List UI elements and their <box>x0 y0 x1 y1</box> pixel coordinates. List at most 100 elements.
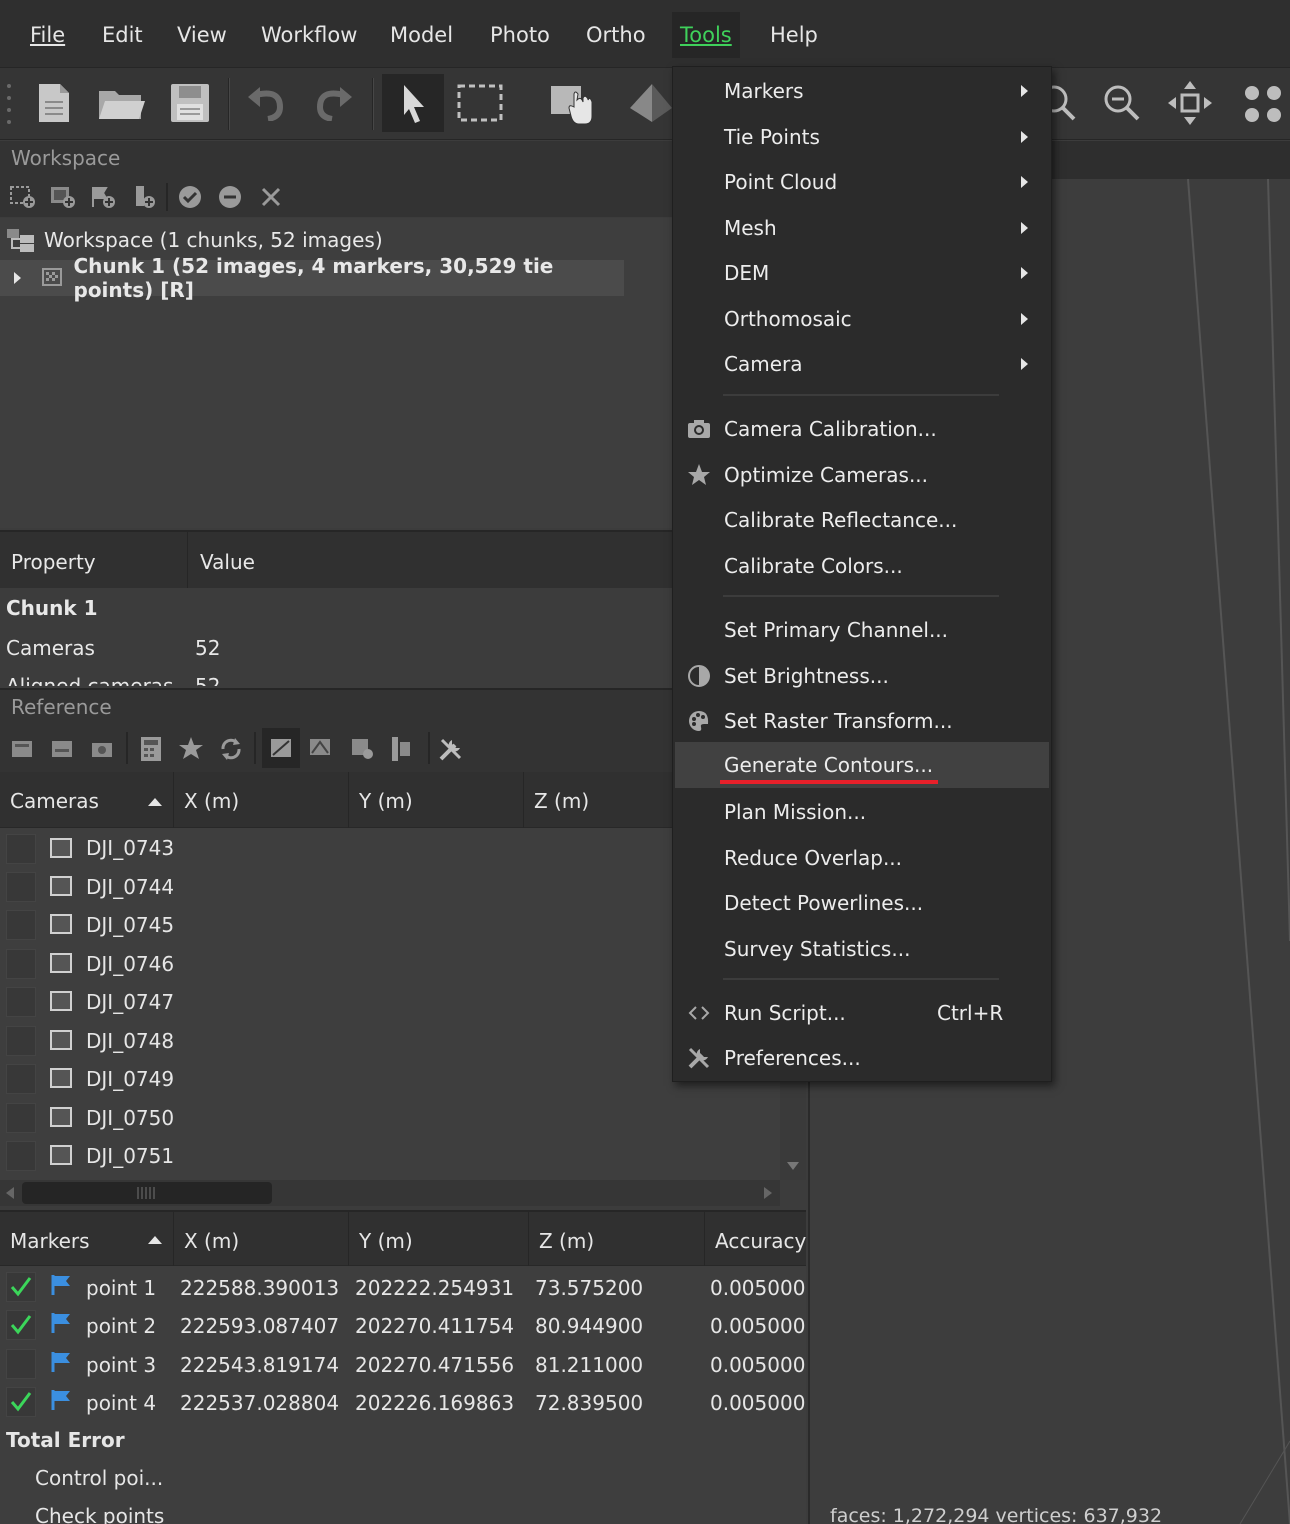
scroll-right-arrow-icon[interactable] <box>764 1187 772 1199</box>
control-points-label[interactable]: Control poi... <box>35 1466 163 1490</box>
view-errors-icon[interactable] <box>350 736 374 765</box>
redo-icon[interactable] <box>306 74 362 132</box>
cameras-horizontal-scrollbar[interactable] <box>0 1180 780 1206</box>
add-marker-icon[interactable] <box>90 185 116 214</box>
navigation-pointer-icon[interactable] <box>382 74 444 132</box>
y-column-header[interactable]: Y (m) <box>349 772 524 828</box>
new-document-icon[interactable] <box>26 74 82 132</box>
table-row[interactable]: DJI_0750 <box>0 1099 780 1137</box>
scroll-left-arrow-icon[interactable] <box>6 1187 14 1199</box>
camera-checkbox[interactable] <box>6 910 36 940</box>
marker-checkbox[interactable] <box>6 1310 36 1340</box>
table-row[interactable]: point 1 222588.390013 202222.254931 73.5… <box>0 1268 806 1306</box>
menu-item-camera[interactable]: Camera <box>675 342 1049 386</box>
menu-item-preferences[interactable]: Preferences... <box>675 1036 1049 1080</box>
calculator-icon[interactable] <box>140 736 162 767</box>
table-row[interactable]: DJI_0745 <box>0 906 780 944</box>
table-row[interactable]: DJI_0748 <box>0 1022 780 1060</box>
rectangle-selection-icon[interactable] <box>452 74 508 132</box>
menu-item-dem[interactable]: DEM <box>675 251 1049 295</box>
reset-view-icon[interactable] <box>1162 74 1218 132</box>
marker-checkbox[interactable] <box>6 1272 36 1302</box>
remove-close-icon[interactable] <box>260 185 282 214</box>
menu-item-set-raster-transform[interactable]: Set Raster Transform... <box>675 699 1049 743</box>
table-row[interactable]: DJI_0743 <box>0 830 780 868</box>
menu-item-calibrate-colors[interactable]: Calibrate Colors... <box>675 544 1049 588</box>
marker-x-column-header[interactable]: X (m) <box>174 1212 349 1268</box>
menu-item-reduce-overlap[interactable]: Reduce Overlap... <box>675 836 1049 880</box>
horizontal-scroll-thumb[interactable] <box>22 1182 272 1204</box>
accuracy-column-header[interactable]: Accuracy <box>705 1212 806 1268</box>
menu-help[interactable]: Help <box>762 12 826 58</box>
cameras-column-header[interactable]: Cameras <box>0 772 174 828</box>
marker-checkbox[interactable] <box>6 1387 36 1417</box>
chunk-item[interactable]: Chunk 1 (52 images, 4 markers, 30,529 ti… <box>0 254 624 302</box>
move-object-icon[interactable] <box>544 74 600 132</box>
update-refresh-icon[interactable] <box>218 736 244 767</box>
camera-checkbox[interactable] <box>6 872 36 902</box>
menu-item-set-primary-channel[interactable]: Set Primary Channel... <box>675 608 1049 652</box>
menu-photo[interactable]: Photo <box>482 12 558 58</box>
menu-item-plan-mission[interactable]: Plan Mission... <box>675 790 1049 834</box>
import-reference-icon[interactable] <box>10 738 34 765</box>
add-scalebar-icon[interactable] <box>132 185 158 214</box>
camera-reference-icon[interactable] <box>90 738 114 765</box>
table-row[interactable]: DJI_0747 <box>0 983 780 1021</box>
menu-item-orthomosaic[interactable]: Orthomosaic <box>675 297 1049 341</box>
menu-item-point-cloud[interactable]: Point Cloud <box>675 160 1049 204</box>
menu-ortho[interactable]: Ortho <box>578 12 654 58</box>
export-reference-icon[interactable] <box>50 738 74 765</box>
menu-item-markers[interactable]: Markers <box>675 69 1049 113</box>
settings-tools-icon[interactable] <box>438 736 464 767</box>
expand-arrow-icon[interactable] <box>12 268 36 288</box>
menu-item-tie-points[interactable]: Tie Points <box>675 115 1049 159</box>
view-source-icon[interactable] <box>262 728 300 768</box>
optimize-star-icon[interactable] <box>178 736 204 765</box>
table-row[interactable]: point 4 222537.028804 202226.169863 72.8… <box>0 1383 806 1421</box>
marker-z-column-header[interactable]: Z (m) <box>529 1212 705 1268</box>
menu-item-detect-powerlines[interactable]: Detect Powerlines... <box>675 881 1049 925</box>
menu-item-mesh[interactable]: Mesh <box>675 206 1049 250</box>
camera-checkbox[interactable] <box>6 987 36 1017</box>
marker-checkbox[interactable] <box>6 1349 36 1379</box>
menu-item-camera-calibration[interactable]: Camera Calibration... <box>675 407 1049 451</box>
enable-check-icon[interactable] <box>178 185 202 214</box>
marker-y-column-header[interactable]: Y (m) <box>349 1212 529 1268</box>
menu-edit[interactable]: Edit <box>94 12 151 58</box>
table-row[interactable]: DJI_0744 <box>0 868 780 906</box>
save-icon[interactable] <box>162 74 218 132</box>
undo-icon[interactable] <box>238 74 294 132</box>
camera-checkbox[interactable] <box>6 834 36 864</box>
menu-tools[interactable]: Tools <box>672 12 740 58</box>
add-chunk-icon[interactable] <box>10 185 36 214</box>
view-variance-icon[interactable] <box>390 736 412 767</box>
zoom-out-icon[interactable] <box>1094 74 1150 132</box>
menu-model[interactable]: Model <box>382 12 461 58</box>
table-row[interactable]: DJI_0746 <box>0 945 780 983</box>
camera-checkbox[interactable] <box>6 1141 36 1171</box>
camera-checkbox[interactable] <box>6 1103 36 1133</box>
table-row[interactable]: point 2 222593.087407 202270.411754 80.9… <box>0 1306 806 1344</box>
view-estimated-icon[interactable] <box>308 736 332 763</box>
menu-file[interactable]: File <box>22 12 73 58</box>
camera-checkbox[interactable] <box>6 949 36 979</box>
property-column-header[interactable]: Property <box>0 532 188 588</box>
table-row[interactable]: DJI_0749 <box>0 1060 780 1098</box>
disable-minus-icon[interactable] <box>218 185 242 214</box>
menu-workflow[interactable]: Workflow <box>253 12 365 58</box>
check-points-label[interactable]: Check points <box>35 1504 164 1524</box>
menu-item-survey-statistics[interactable]: Survey Statistics... <box>675 927 1049 971</box>
menu-item-set-brightness[interactable]: Set Brightness... <box>675 654 1049 698</box>
add-photos-icon[interactable] <box>50 185 76 214</box>
markers-column-header[interactable]: Markers <box>0 1212 174 1268</box>
shape-tool-icon[interactable] <box>626 74 672 132</box>
menu-item-calibrate-reflectance[interactable]: Calibrate Reflectance... <box>675 498 1049 542</box>
menu-item-run-script[interactable]: Run Script... Ctrl+R <box>675 991 1049 1035</box>
workspace-root-item[interactable]: Workspace (1 chunks, 52 images) <box>6 222 383 258</box>
table-row[interactable]: point 3 222543.819174 202270.471556 81.2… <box>0 1345 806 1383</box>
scroll-down-arrow-icon[interactable] <box>787 1162 799 1170</box>
open-folder-icon[interactable] <box>94 74 150 132</box>
camera-checkbox[interactable] <box>6 1026 36 1056</box>
camera-checkbox[interactable] <box>6 1064 36 1094</box>
z-column-header[interactable]: Z (m) <box>524 772 684 828</box>
